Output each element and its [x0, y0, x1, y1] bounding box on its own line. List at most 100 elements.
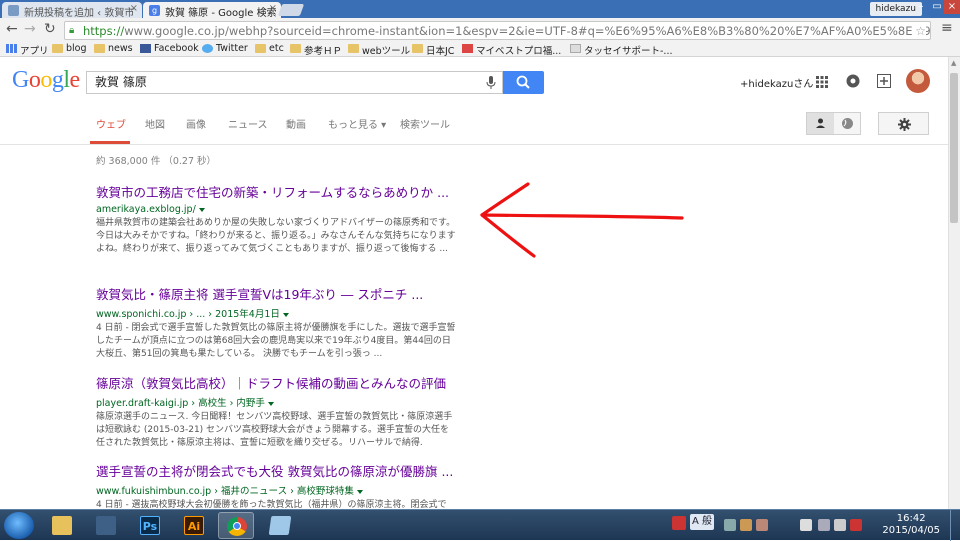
menu-icon[interactable]: ≡: [941, 20, 953, 36]
bookmark-label: Twitter: [216, 43, 248, 54]
bookmark-label: タッセイサポート-...: [584, 46, 673, 57]
network-icon[interactable]: [834, 519, 846, 531]
search-input[interactable]: 敦賀 篠原: [86, 71, 503, 94]
avatar[interactable]: [906, 69, 930, 93]
tab-new-post[interactable]: 新規投稿を追加 ‹ 敦賀市 ×: [2, 2, 142, 18]
notifications-icon[interactable]: [846, 74, 860, 88]
share-plus-icon[interactable]: [877, 74, 891, 88]
bookmark-label: blog: [66, 43, 87, 54]
result-title-link[interactable]: 篠原涼（敦賀気比高校）｜ドラフト候補の動画とみんなの評価: [96, 373, 456, 392]
dropdown-arrow-icon[interactable]: [267, 401, 274, 406]
search-result: 篠原涼（敦賀気比高校）｜ドラフト候補の動画とみんなの評価 player.draf…: [96, 373, 456, 450]
maximize-button[interactable]: ▭: [930, 0, 944, 14]
tray-icon[interactable]: [756, 519, 768, 531]
bookmark-label: マイベストプロ福...: [476, 46, 562, 57]
bookmark-blog[interactable]: blog: [52, 43, 87, 54]
star-icon[interactable]: ☆: [912, 22, 926, 39]
result-title-link[interactable]: 敦賀気比・篠原主将 選手宣誓Ⅴは19年ぶり ― スポニチ ...: [96, 284, 456, 303]
scroll-up-icon[interactable]: ▲: [951, 59, 956, 67]
clock[interactable]: 16:42 2015/04/05: [882, 513, 940, 537]
globe-icon[interactable]: [841, 117, 854, 130]
facebook-icon: [140, 44, 151, 53]
twitter-icon: [202, 44, 213, 53]
result-title-link[interactable]: 選手宣誓の主将が閉会式でも大役 敦賀気比の篠原涼が優勝旗 ...: [96, 461, 456, 480]
tab-maps[interactable]: 地図: [145, 116, 165, 131]
bookmark-twitter[interactable]: Twitter: [202, 43, 248, 54]
page-icon: [570, 44, 581, 53]
bookmark-etc[interactable]: etc: [255, 43, 284, 54]
dropdown-arrow-icon[interactable]: [356, 489, 363, 494]
bookmark-apps[interactable]: アプリ: [6, 43, 49, 57]
dropdown-arrow-icon[interactable]: [282, 312, 289, 317]
volume-icon[interactable]: [850, 519, 862, 531]
active-tab-underline: [90, 141, 130, 144]
bookmark-label: 参考ＨＰ: [304, 46, 343, 57]
close-icon[interactable]: ×: [130, 3, 138, 14]
result-snippet: 福井県敦賀市の建築会社あめりか屋の失敗しない家づくりアドバイザーの篠原秀和です。…: [96, 218, 456, 254]
google-icon: g: [149, 5, 160, 16]
search-result: 敦賀気比・篠原主将 選手宣誓Ⅴは19年ぶり ― スポニチ ... www.spo…: [96, 284, 456, 361]
close-icon[interactable]: ×: [269, 3, 277, 14]
tab-web[interactable]: ウェブ: [96, 116, 126, 131]
bookmarks-bar: アプリ blog news Facebook Twitter etc 参考ＨＰ …: [0, 42, 960, 57]
bookmark-label: news: [108, 43, 133, 54]
bookmark-webtools[interactable]: webツール: [348, 43, 410, 57]
flag-icon[interactable]: [800, 519, 812, 531]
page-icon: [462, 44, 473, 53]
close-window-button[interactable]: ×: [944, 0, 960, 14]
search-button[interactable]: [503, 71, 544, 94]
reload-icon[interactable]: ↻: [44, 21, 56, 37]
chrome-icon: [227, 517, 247, 536]
settings-button[interactable]: [878, 112, 929, 135]
bookmark-tassei[interactable]: タッセイサポート-...: [570, 43, 673, 57]
tab-images[interactable]: 画像: [186, 116, 206, 131]
scrollbar-thumb[interactable]: [950, 73, 958, 223]
tab-videos[interactable]: 動画: [286, 116, 306, 131]
result-title-link[interactable]: 敦賀市の工務店で住宅の新築・リフォームするならあめりか ...: [96, 182, 456, 201]
taskbar-app-blank[interactable]: [88, 512, 124, 539]
bookmark-jc[interactable]: 日本JC: [412, 43, 454, 57]
url-rest: www.google.co.jp/webhp?sourceid=chrome-i…: [124, 24, 931, 38]
new-tab-button[interactable]: [277, 4, 305, 16]
taskbar-illustrator[interactable]: Ai: [176, 512, 212, 539]
account-name[interactable]: +hidekazuさん: [740, 75, 813, 90]
tab-google-search[interactable]: g 敦賀 篠原 - Google 検索 ×: [143, 2, 281, 18]
tray-icon[interactable]: [818, 519, 830, 531]
start-button[interactable]: [4, 512, 34, 539]
tab-strip: 新規投稿を追加 ‹ 敦賀市 × g 敦賀 篠原 - Google 検索 × hi…: [0, 0, 960, 18]
ime-indicator[interactable]: A 般: [690, 514, 715, 530]
bookmark-facebook[interactable]: Facebook: [140, 43, 199, 54]
google-logo[interactable]: Google: [12, 67, 80, 94]
bookmark-news[interactable]: news: [94, 43, 133, 54]
gear-icon: [898, 118, 911, 131]
mic-icon[interactable]: [486, 76, 496, 89]
bookmark-label: 日本JC: [426, 46, 455, 57]
tray-icon[interactable]: [724, 519, 736, 531]
annotation-arrow: [480, 182, 684, 258]
bookmark-mybestpro[interactable]: マイベストプロ福...: [462, 43, 561, 57]
personal-results-toggle[interactable]: [806, 112, 861, 135]
taskbar-notepad[interactable]: [262, 512, 298, 539]
tab-more[interactable]: もっと見る ▾: [328, 116, 386, 131]
show-desktop-button[interactable]: [950, 510, 960, 541]
tray-icon[interactable]: [740, 519, 752, 531]
result-snippet: 4 日前 - 閉会式で選手宣誓した敦賀気比の篠原主将が優勝旗を手にした。選抜で選…: [96, 323, 456, 359]
back-icon[interactable]: ←: [6, 21, 18, 37]
lock-icon: 🔒︎: [69, 25, 75, 36]
tab-news[interactable]: ニュース: [228, 116, 268, 131]
apps-icon: [6, 44, 17, 53]
bookmark-reference[interactable]: 参考ＨＰ: [290, 43, 342, 57]
taskbar-photoshop[interactable]: Ps: [132, 512, 168, 539]
tray-app-icon[interactable]: [672, 516, 686, 530]
taskbar-chrome[interactable]: [218, 512, 254, 539]
folder-icon: [348, 44, 359, 53]
search-nav: ウェブ 地図 画像 ニュース 動画 もっと見る ▾ 検索ツール: [0, 107, 948, 145]
address-bar[interactable]: 🔒︎ https://www.google.co.jp/webhp?source…: [64, 21, 931, 40]
personal-results-button[interactable]: [807, 113, 834, 134]
dropdown-arrow-icon[interactable]: [198, 207, 205, 212]
apps-grid-icon[interactable]: [816, 76, 828, 88]
minimize-button[interactable]: –: [914, 0, 928, 14]
forward-icon[interactable]: →: [24, 21, 36, 37]
taskbar-explorer[interactable]: [44, 512, 80, 539]
tab-search-tools[interactable]: 検索ツール: [400, 116, 450, 131]
